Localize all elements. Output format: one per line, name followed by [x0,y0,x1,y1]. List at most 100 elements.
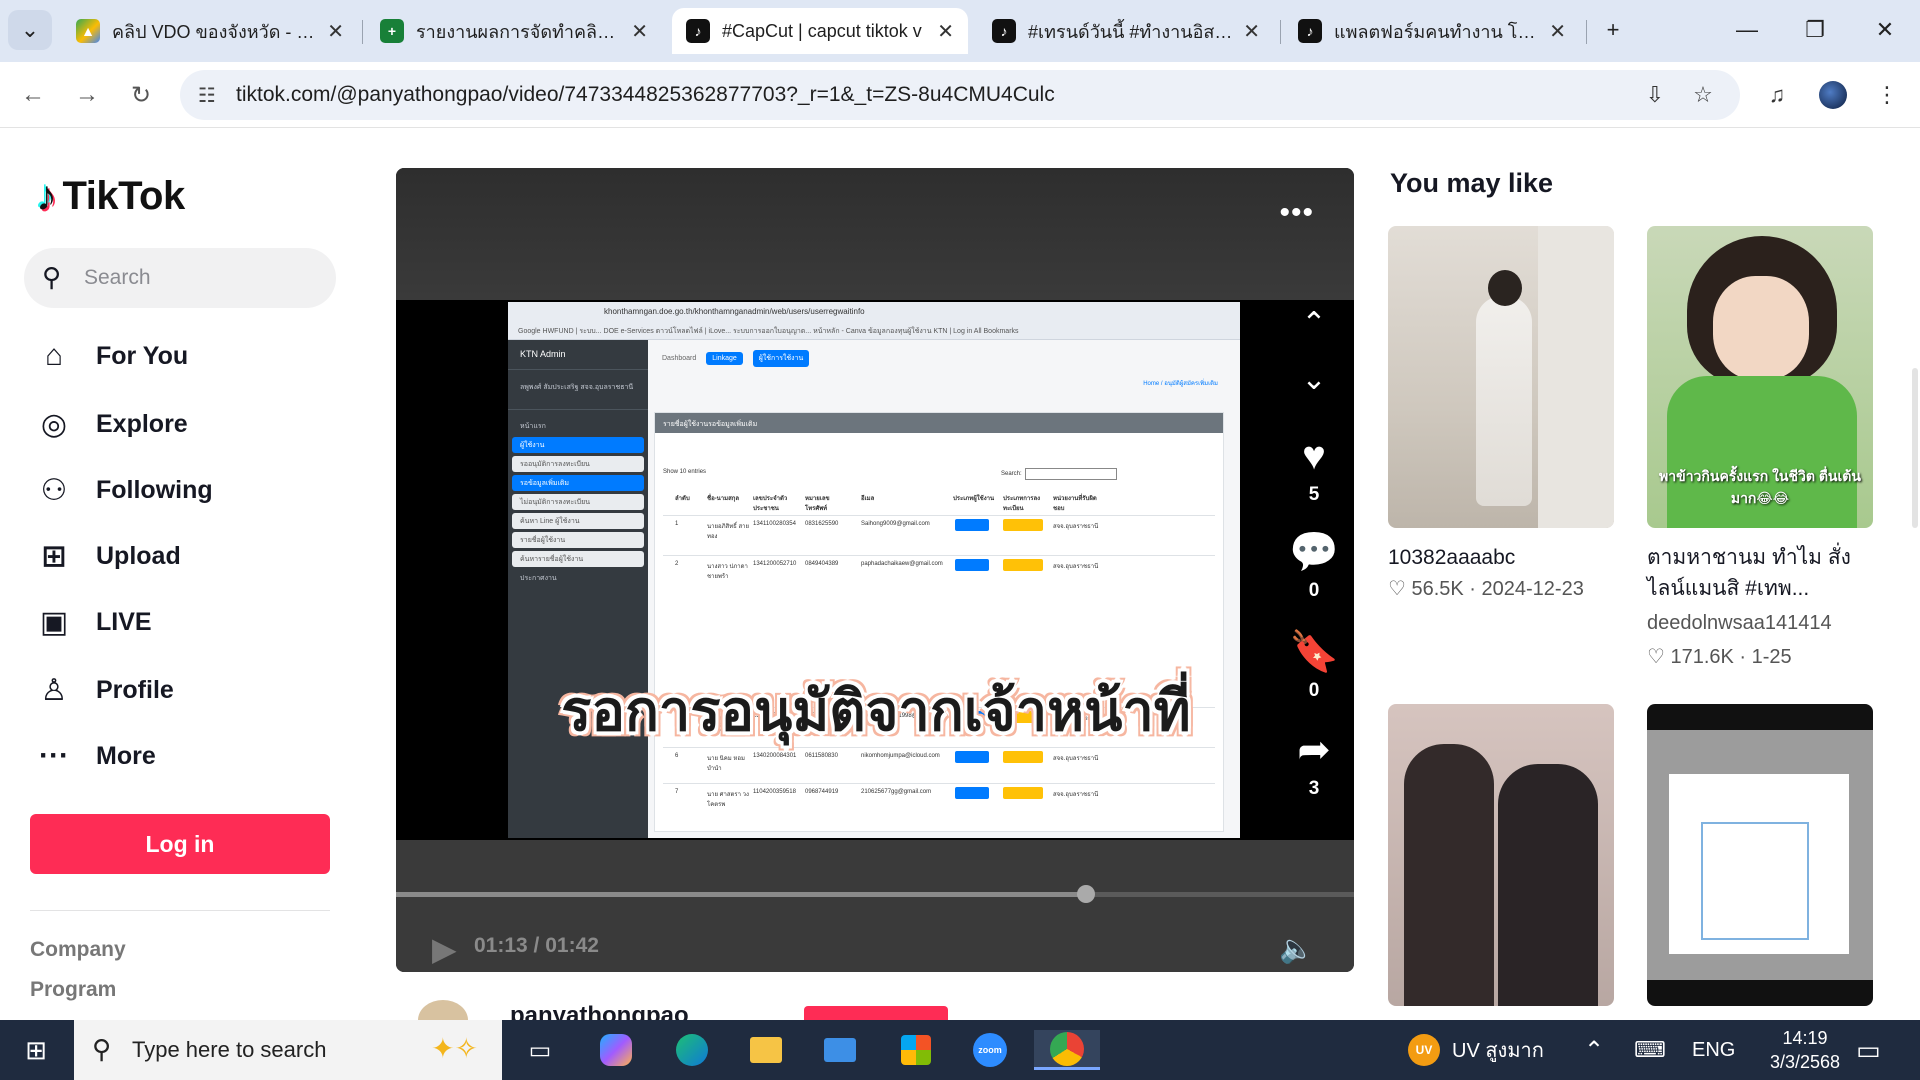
video-caption-overlay: รอการอนุมัติจากเจ้าหน้าที่ [561,679,1191,742]
author-name[interactable]: panyathongpao [510,1002,689,1020]
install-app-button[interactable]: ⇩ [1634,74,1676,116]
arrow-right-icon: → [75,81,99,108]
profile-icon: ♙ [40,673,68,707]
notifications-button[interactable]: ▭ [1856,1020,1881,1080]
reload-button[interactable]: ↻ [120,74,162,116]
close-icon: ✕ [1875,17,1895,42]
share-icon: ➦ [1297,728,1331,772]
chevron-down-icon: ⌄ [20,17,40,42]
new-tab-button[interactable]: + [1588,10,1638,50]
recommended-caption-2[interactable]: ตามหาชานม ทำไม สั่งไลน์แมนสิ #เทพ... [1647,542,1877,604]
tab-search-button[interactable]: ⌄ [8,10,52,50]
nav-following[interactable]: ⚇ Following [36,468,213,512]
copilot-button[interactable] [594,1030,638,1070]
recommended-video-2[interactable]: พาข้าวกินครั้งแรก ในชีวิต ตื่นเต้นมาก😂😂 [1647,226,1873,528]
bookmark-button[interactable]: ☆ [1682,74,1724,116]
inner-show-entries: Show 10 entries [663,469,707,475]
nav-for-you[interactable]: ⌂ For You [36,334,188,378]
close-icon[interactable]: ✕ [1243,19,1260,44]
more-horizontal-icon: ••• [1279,196,1314,229]
recommended-caption-1[interactable]: 10382aaaabc [1388,542,1618,573]
save-button[interactable]: 🔖 0 [1274,630,1354,702]
close-icon[interactable]: ✕ [937,19,954,44]
comment-button[interactable]: 💬 0 [1274,530,1354,602]
recommended-author-2[interactable]: deedolnwsaa141414 [1647,612,1879,635]
file-explorer-button[interactable] [744,1030,788,1070]
media-control-button[interactable]: ♫ [1756,74,1798,116]
recommendations-scrollbar[interactable] [1912,368,1918,528]
close-window-button[interactable]: ✕ [1860,10,1910,50]
zoom-button[interactable]: zoom [968,1030,1012,1070]
chevron-up-icon: ⌃ [1301,307,1327,340]
chrome-taskbar-button[interactable] [1034,1030,1100,1070]
play-button[interactable]: ▶ [432,930,457,968]
close-icon[interactable]: ✕ [327,19,344,44]
forward-button[interactable]: → [66,74,108,116]
footer-link-program[interactable]: Program [30,978,116,1002]
store-button[interactable] [894,1030,938,1070]
taskbar-search-input[interactable]: ⚲ Type here to search ✦✧ [74,1020,502,1080]
browser-tab-2[interactable]: + รายงานผลการจัดทำคลิป VD ✕ [366,8,662,54]
recommended-video-4[interactable] [1647,704,1873,1006]
browser-tab-4[interactable]: ♪ #เทรนด์วันนี้ #ทำงานอิสระ # ✕ [978,8,1274,54]
language-indicator[interactable]: ENG [1692,1020,1735,1080]
nav-upload[interactable]: ⊞ Upload [36,534,180,578]
share-button[interactable]: ➦ 3 [1274,728,1354,800]
comment-count: 0 [1308,580,1320,601]
start-button[interactable]: ⊞ [14,1030,58,1070]
browser-tab-3-active[interactable]: ♪ #CapCut | capcut tiktok v ✕ [672,8,968,54]
restore-button[interactable]: ❐ [1790,10,1840,50]
task-view-button[interactable]: ▭ [518,1030,562,1070]
nav-more[interactable]: ··· More [36,734,156,778]
previous-video-button[interactable]: ⌃ [1274,306,1354,341]
address-bar[interactable]: ☷ tiktok.com/@panyathongpao/video/747334… [180,70,1740,120]
inner-table-cell: 0849404389 [805,561,839,567]
close-icon[interactable]: ✕ [1549,19,1566,44]
tiktok-logo[interactable]: ♪ TikTok [36,172,185,220]
browser-tab-5[interactable]: ♪ แพลตฟอร์มคนทำงาน โดยกร ✕ [1284,8,1580,54]
restore-icon: ❐ [1805,17,1825,42]
nav-explore[interactable]: ◎ Explore [36,402,188,446]
recommended-video-3[interactable] [1388,704,1614,1006]
arrow-left-icon: ← [21,81,45,108]
clock[interactable]: 14:19 3/3/2568 [1770,1020,1840,1080]
more-options-button[interactable]: ••• [1279,196,1314,230]
inner-menu-item: ค้นหา Line ผู้ใช้งาน [512,513,644,529]
menu-button[interactable]: ⋮ [1866,74,1908,116]
follow-button[interactable] [804,1006,948,1020]
login-button[interactable]: Log in [30,814,330,874]
star-icon: ☆ [1693,82,1713,107]
inner-table-cell: 1 [675,521,679,527]
minimize-button[interactable]: — [1722,10,1772,50]
author-avatar[interactable] [418,1000,468,1020]
close-icon[interactable]: ✕ [631,19,648,44]
progress-bar[interactable] [396,885,1354,903]
footer-link-company[interactable]: Company [30,938,126,962]
site-settings-icon[interactable]: ☷ [198,83,216,108]
search-input[interactable]: ⚲ Search [24,248,336,308]
minimize-icon: — [1736,17,1758,42]
recommended-video-1[interactable] [1388,226,1614,528]
keyboard-button[interactable]: ⌨ [1634,1020,1666,1080]
back-button[interactable]: ← [12,74,54,116]
sparkle-icon: ✦✧ [431,1033,478,1064]
like-button[interactable]: ♥ 5 [1274,434,1354,506]
browser-tab-1[interactable]: ▲ คลิป VDO ของจังหวัด - Goo ✕ [62,8,358,54]
browser-tab-strip: ⌄ ▲ คลิป VDO ของจังหวัด - Goo ✕ + รายงาน… [0,0,1920,62]
tab-title: รายงานผลการจัดทำคลิป VD [416,21,622,42]
nav-profile[interactable]: ♙ Profile [36,668,174,712]
sidebar-divider [30,910,330,911]
edge-button[interactable] [670,1030,714,1070]
video-player[interactable]: ••• khonthamngan.doe.go.th/khonthamngana… [396,168,1354,972]
next-video-button[interactable]: ⌄ [1274,362,1354,397]
nav-live[interactable]: ▣ LIVE [36,600,152,644]
progress-handle[interactable] [1076,885,1095,903]
weather-widget[interactable]: UV UV สูงมาก [1408,1020,1544,1080]
mail-button[interactable] [818,1030,862,1070]
profile-button[interactable] [1812,74,1854,116]
tray-overflow-button[interactable]: ⌃ [1584,1020,1604,1080]
volume-button[interactable]: 🔈 [1279,932,1314,965]
inner-table-card: รายชื่อผู้ใช้งานรอข้อมูลเพิ่มเติม Show 1… [654,412,1224,832]
inner-table-cell: 7 [675,789,679,795]
inner-table-header: ประเภทการลงทะเบียน [1003,496,1041,512]
